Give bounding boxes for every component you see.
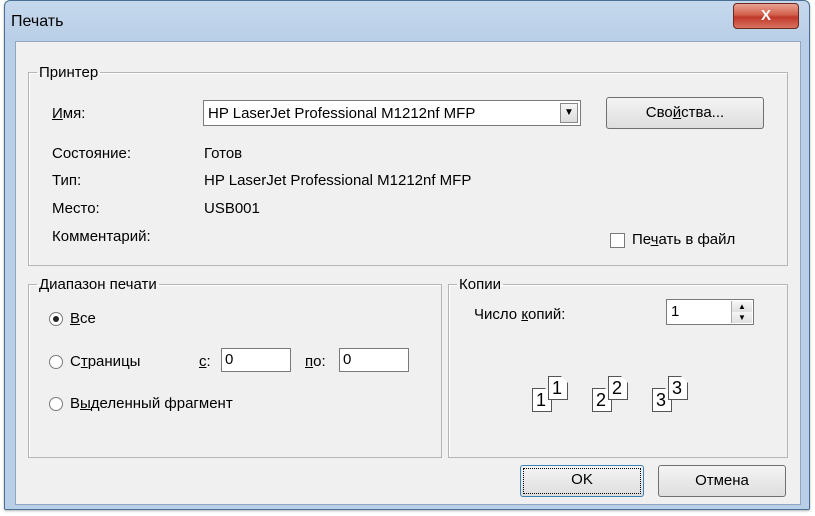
- status-value: Готов: [204, 145, 243, 162]
- ok-button[interactable]: OK: [520, 465, 644, 497]
- type-label: Тип:: [52, 172, 82, 189]
- from-label: с:: [199, 353, 211, 370]
- printer-name-label: Имя:: [52, 105, 86, 122]
- copies-spinner[interactable]: 1 ▲ ▼: [666, 299, 754, 325]
- range-all-radio[interactable]: [49, 312, 63, 326]
- range-selection-radio[interactable]: [49, 397, 63, 411]
- from-page-input[interactable]: 0: [221, 348, 291, 372]
- collate-page-number: 3: [656, 390, 667, 410]
- type-value: HP LaserJet Professional M1212nf MFP: [204, 172, 472, 189]
- location-value: USB001: [204, 200, 260, 217]
- copies-count-label: Число копий:: [474, 306, 566, 323]
- printer-name-value: HP LaserJet Professional M1212nf MFP: [208, 105, 476, 122]
- radio-selected-dot: [53, 316, 59, 322]
- properties-button[interactable]: Свойства...: [606, 97, 764, 129]
- printer-group-legend: Принтер: [39, 64, 99, 81]
- to-page-input[interactable]: 0: [339, 348, 409, 372]
- print-to-file-checkbox[interactable]: [610, 233, 625, 248]
- collate-page-number: 2: [596, 390, 607, 410]
- print-dialog: Печать X Принтер Имя: HP LaserJet Profes…: [4, 0, 810, 510]
- spinner-buttons: ▲ ▼: [731, 301, 752, 323]
- range-selection-label[interactable]: Выделенный фрагмент: [70, 395, 233, 412]
- print-to-file-label[interactable]: Печать в файл: [632, 231, 735, 248]
- chevron-down-icon[interactable]: ▼: [560, 103, 578, 123]
- close-button[interactable]: X: [733, 3, 799, 29]
- range-pages-radio[interactable]: [49, 355, 63, 369]
- copies-legend: Копии: [459, 276, 501, 293]
- copies-count-value: 1: [671, 303, 680, 320]
- status-label: Состояние:: [52, 145, 132, 162]
- collate-page-number: 1: [536, 390, 547, 410]
- collate-page-number: 1: [552, 378, 563, 398]
- dialog-client-area: Принтер Имя: HP LaserJet Professional M1…: [15, 41, 801, 505]
- dialog-title: Печать: [11, 13, 64, 30]
- range-pages-label[interactable]: Страницы: [70, 353, 140, 370]
- close-icon: X: [760, 7, 771, 24]
- to-label: по:: [305, 353, 326, 370]
- print-range-legend: Диапазон печати: [39, 276, 157, 293]
- comment-label: Комментарий:: [52, 228, 151, 245]
- collate-page-number: 3: [672, 378, 683, 398]
- spin-down-icon[interactable]: ▼: [732, 312, 752, 323]
- cancel-button[interactable]: Отмена: [658, 465, 786, 497]
- range-all-label[interactable]: Все: [70, 310, 96, 327]
- location-label: Место:: [52, 200, 100, 217]
- title-bar: Печать X: [5, 1, 809, 41]
- collate-page-number: 2: [612, 378, 623, 398]
- printer-name-select[interactable]: HP LaserJet Professional M1212nf MFP ▼: [203, 100, 581, 126]
